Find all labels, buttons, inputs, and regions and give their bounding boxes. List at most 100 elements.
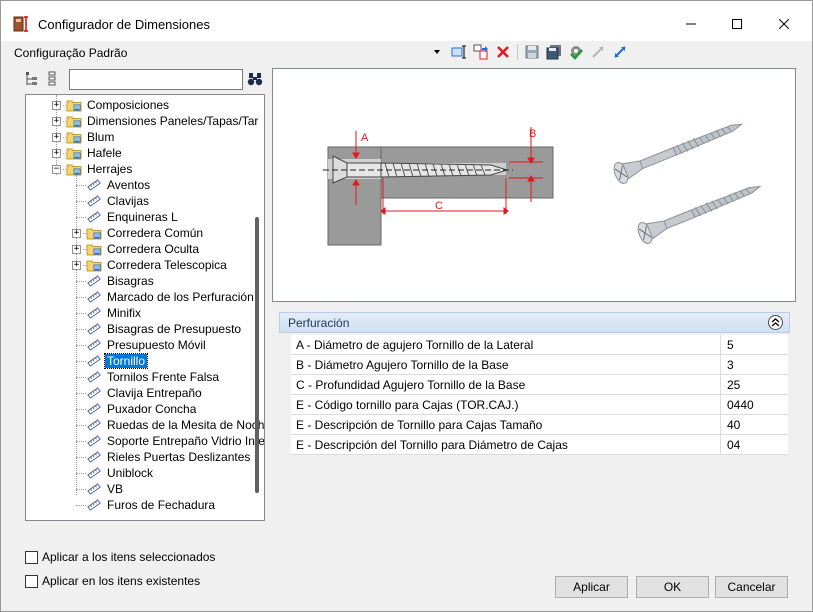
- tree-item[interactable]: Minifix: [76, 305, 143, 321]
- dropdown-arrow-button[interactable]: [426, 42, 448, 62]
- tree-item[interactable]: VB: [76, 481, 125, 497]
- tree-item[interactable]: Ruedas de la Mesita de Noch: [76, 417, 265, 433]
- copy-item-button[interactable]: [470, 42, 492, 62]
- folder-icon: [86, 228, 102, 240]
- property-value-field[interactable]: 04: [721, 435, 788, 454]
- tree-connector: [76, 200, 86, 202]
- main-toolbar: [426, 42, 631, 62]
- copy-item-icon: [473, 44, 488, 60]
- dimension-item-icon: [87, 467, 101, 479]
- apply-existing-checkbox[interactable]: [25, 574, 38, 588]
- tree-item[interactable]: + Hafele: [52, 145, 124, 161]
- tree-item[interactable]: Presupuesto Móvil: [76, 337, 208, 353]
- delete-button[interactable]: [492, 42, 514, 62]
- tree-item[interactable]: Soporte Entrepaño Vidrio Inte: [76, 433, 264, 449]
- tree-item[interactable]: Uniblock: [76, 465, 155, 481]
- expand-toggle[interactable]: +: [52, 100, 61, 110]
- expand-toggle[interactable]: +: [52, 132, 61, 142]
- property-value-field[interactable]: 25: [721, 375, 788, 394]
- property-value-field[interactable]: 5: [721, 335, 788, 354]
- tree-item[interactable]: Puxador Concha: [76, 401, 198, 417]
- expand-arrows-button[interactable]: [609, 42, 631, 62]
- save-all-button[interactable]: [543, 42, 565, 62]
- expand-toggle[interactable]: +: [72, 228, 81, 238]
- perforation-group-header[interactable]: Perfuración: [279, 312, 790, 333]
- tree-item[interactable]: + Blum: [52, 129, 116, 145]
- tree-search-input[interactable]: [69, 69, 243, 90]
- property-row: B - Diámetro Agujero Tornillo de la Base…: [291, 355, 788, 375]
- preview-image-panel: A C B: [272, 68, 796, 302]
- property-row: A - Diámetro de agujero Tornillo de la L…: [291, 335, 788, 355]
- arrow-diagonal-icon: [614, 46, 626, 58]
- tree-item[interactable]: + Corredera Oculta: [72, 241, 201, 257]
- dimension-item-icon: [87, 307, 101, 319]
- caret-down-icon: [434, 50, 440, 54]
- expand-toggle[interactable]: +: [72, 244, 81, 254]
- expand-toggle[interactable]: +: [52, 148, 61, 158]
- ok-button[interactable]: OK: [636, 576, 709, 598]
- property-value-field[interactable]: 40: [721, 415, 788, 434]
- tree-item-label: Ruedas de la Mesita de Noch: [107, 418, 265, 432]
- minimize-button[interactable]: [668, 9, 714, 39]
- folder-icon: [66, 100, 82, 112]
- property-value-field[interactable]: 0440: [721, 395, 788, 414]
- rename-icon: [451, 45, 466, 59]
- folder-icon: [66, 148, 82, 160]
- tree-vertical-scrollbar[interactable]: [255, 217, 259, 493]
- tree-item[interactable]: Bisagras: [76, 273, 156, 289]
- apply-selected-checkbox[interactable]: [25, 550, 38, 564]
- folder-icon: [66, 164, 82, 176]
- property-row: E - Descripción de Tornillo para Cajas T…: [291, 415, 788, 435]
- tree-item[interactable]: Tornillo: [76, 353, 149, 369]
- save-button[interactable]: [521, 42, 543, 62]
- binoculars-search-icon[interactable]: [247, 71, 263, 87]
- maximize-button[interactable]: [714, 9, 760, 39]
- dimension-label-b: B: [529, 128, 536, 140]
- list-view-icon[interactable]: [47, 71, 57, 87]
- tree-item[interactable]: + Corredera Común: [72, 225, 205, 241]
- cancel-button[interactable]: Cancelar: [715, 576, 788, 598]
- apply-button[interactable]: Aplicar: [555, 576, 628, 598]
- apply-existing-option[interactable]: Aplicar en los itens existentes: [25, 574, 200, 588]
- double-chevron-up-icon: [771, 318, 780, 327]
- tree-connector: [76, 280, 86, 282]
- dimension-item-icon: [87, 179, 101, 191]
- collapse-group-button[interactable]: [768, 315, 783, 330]
- close-button[interactable]: [761, 9, 807, 39]
- tree-item[interactable]: Enquineras L: [76, 209, 180, 225]
- apply-selected-option[interactable]: Aplicar a los itens seleccionados: [25, 550, 215, 564]
- tree-item-label: Corredera Oculta: [107, 242, 200, 256]
- collapse-arrows-button[interactable]: [587, 42, 609, 62]
- screw-drawing: A C B: [323, 123, 762, 246]
- tree-item-label: Tornillo: [103, 353, 149, 369]
- tree-item-label: Puxador Concha: [107, 402, 197, 416]
- rename-button[interactable]: [448, 42, 470, 62]
- folder-icon: [86, 260, 102, 272]
- expand-toggle[interactable]: +: [72, 260, 81, 270]
- tree-item[interactable]: Clavija Entrepaño: [76, 385, 204, 401]
- tree-item[interactable]: + Dimensiones Paneles/Tapas/Tar: [52, 113, 260, 129]
- tree-item[interactable]: Furos de Fechadura: [76, 497, 217, 513]
- dimension-item-icon: [87, 451, 101, 463]
- group-title: Perfuración: [288, 316, 350, 330]
- tree-item[interactable]: Bisagras de Presupuesto: [76, 321, 243, 337]
- tree-view-icon[interactable]: [25, 71, 39, 87]
- tree-item[interactable]: + Corredera Telescopica: [72, 257, 229, 273]
- expand-toggle[interactable]: +: [52, 116, 61, 126]
- tree-item[interactable]: − Herrajes: [52, 161, 134, 177]
- settings-check-button[interactable]: [565, 42, 587, 62]
- tree-item[interactable]: + Composiciones: [52, 97, 171, 113]
- tree-item[interactable]: Tornilos Frente Falsa: [76, 369, 221, 385]
- tree-item[interactable]: Marcado de los Perfuración: [76, 289, 256, 305]
- tree-item[interactable]: Clavijas: [76, 193, 151, 209]
- tree-item-label: Rieles Puertas Deslizantes: [107, 450, 251, 464]
- tree-connector: [76, 456, 86, 458]
- window-title: Configurador de Dimensiones: [38, 17, 210, 32]
- tree-item[interactable]: Rieles Puertas Deslizantes: [76, 449, 252, 465]
- property-value-field[interactable]: 3: [721, 355, 788, 374]
- collapse-toggle[interactable]: −: [52, 164, 61, 174]
- tree-item[interactable]: Aventos: [76, 177, 152, 193]
- save-all-icon: [546, 45, 561, 60]
- tree-connector: [76, 504, 86, 506]
- category-tree[interactable]: + Composiciones + Dimensiones Paneles/Tapas…: [25, 94, 265, 521]
